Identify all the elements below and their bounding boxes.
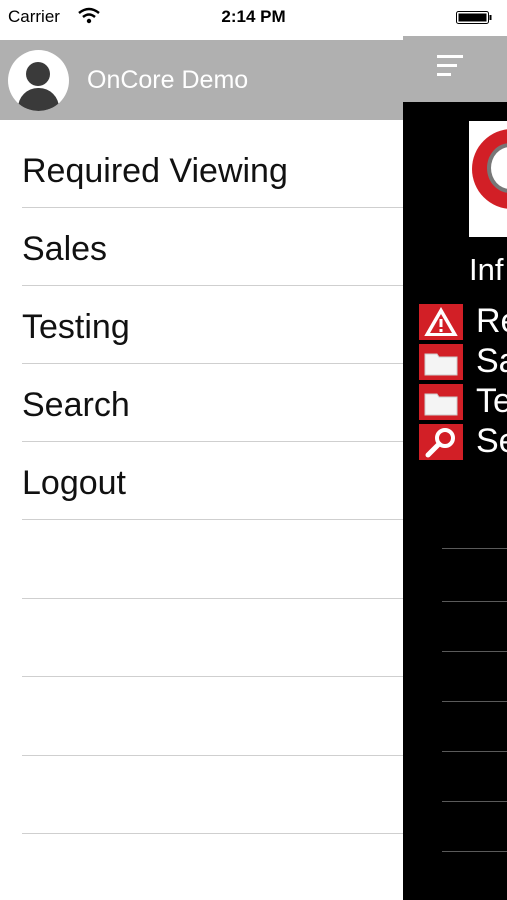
status-bar: Carrier 2:14 PM bbox=[0, 0, 507, 36]
warning-icon bbox=[418, 303, 464, 341]
main-divider bbox=[442, 801, 507, 802]
main-list-item-label: Re bbox=[476, 302, 507, 340]
folder-icon bbox=[418, 343, 464, 381]
drawer-item-sales[interactable]: Sales bbox=[22, 208, 403, 286]
main-divider bbox=[442, 701, 507, 702]
divider bbox=[22, 676, 403, 677]
battery-icon bbox=[456, 11, 492, 24]
main-divider bbox=[442, 751, 507, 752]
divider bbox=[22, 598, 403, 599]
navigation-drawer: OnCore Demo Required Viewing Sales Testi… bbox=[0, 0, 403, 900]
main-list-item-required-viewing[interactable]: Re bbox=[418, 301, 507, 341]
main-divider bbox=[442, 548, 507, 549]
status-time: 2:14 PM bbox=[221, 7, 286, 26]
main-list-item-label: Se bbox=[476, 422, 507, 460]
user-name: OnCore Demo bbox=[87, 66, 249, 94]
main-list-item-sales[interactable]: Sa bbox=[418, 341, 507, 381]
company-logo bbox=[469, 121, 507, 237]
divider bbox=[22, 519, 403, 520]
drawer-item-label: Search bbox=[22, 386, 130, 424]
main-list-item-label: Te bbox=[476, 382, 507, 420]
search-icon bbox=[418, 423, 464, 461]
avatar-icon[interactable] bbox=[8, 50, 69, 111]
drawer-item-label: Testing bbox=[22, 308, 130, 346]
drawer-item-label: Sales bbox=[22, 230, 108, 268]
drawer-item-label: Logout bbox=[22, 464, 126, 502]
main-divider bbox=[442, 651, 507, 652]
drawer-item-testing[interactable]: Testing bbox=[22, 286, 403, 364]
drawer-item-logout[interactable]: Logout bbox=[22, 442, 403, 520]
main-list-item-label: Sa bbox=[476, 342, 507, 380]
hamburger-menu-icon[interactable] bbox=[437, 55, 465, 79]
main-divider bbox=[442, 851, 507, 852]
main-info-heading: Inf bbox=[469, 252, 504, 287]
main-list-item-testing[interactable]: Te bbox=[418, 381, 507, 421]
drawer-item-required-viewing[interactable]: Required Viewing bbox=[22, 130, 403, 208]
drawer-item-label: Required Viewing bbox=[22, 152, 288, 190]
folder-icon bbox=[418, 383, 464, 421]
divider bbox=[22, 833, 403, 834]
main-divider bbox=[442, 601, 507, 602]
main-list-item-search[interactable]: Se bbox=[418, 421, 507, 461]
divider bbox=[22, 755, 403, 756]
drawer-item-search[interactable]: Search bbox=[22, 364, 403, 442]
